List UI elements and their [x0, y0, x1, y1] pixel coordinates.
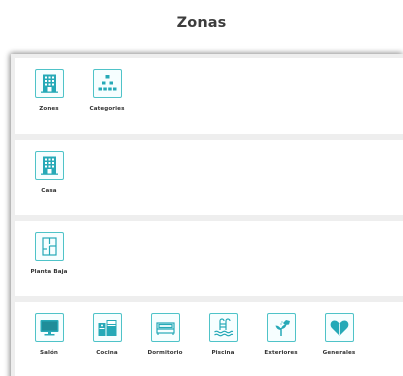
- tile-piscina[interactable]: Piscina: [198, 313, 248, 356]
- tile-label: Cocina: [96, 350, 118, 356]
- section-floor: Planta Baja: [15, 221, 403, 296]
- tile-categories[interactable]: Categories: [82, 69, 132, 112]
- tile-label: Categories: [89, 106, 125, 112]
- tile-zones[interactable]: Zones: [24, 69, 74, 112]
- watering-can-icon: [266, 313, 296, 342]
- building-icon: [34, 151, 64, 180]
- tile-cocina[interactable]: Cocina: [82, 313, 132, 356]
- tile-casa[interactable]: Casa: [24, 151, 74, 194]
- tile-label: Planta Baja: [30, 269, 68, 275]
- heart-icon: [324, 313, 354, 342]
- tile-label: Dormitorio: [147, 350, 183, 356]
- tile-label: Exteriores: [264, 350, 298, 356]
- section-rooms: Salón Cocina Dormitorio Piscina Exterior…: [15, 302, 403, 376]
- tile-label: Casa: [41, 188, 57, 194]
- building-icon: [34, 69, 64, 98]
- tile-exteriores[interactable]: Exteriores: [256, 313, 306, 356]
- tile-label: Piscina: [211, 350, 235, 356]
- tile-label: Zones: [39, 106, 59, 112]
- zonas-page: Zonas Zones Categories Casa Planta Baja …: [0, 0, 403, 376]
- zones-frame: Zones Categories Casa Planta Baja Salón …: [11, 54, 403, 376]
- tile-label: Salón: [39, 350, 59, 356]
- tile-planta-baja[interactable]: Planta Baja: [24, 232, 74, 275]
- section-house: Casa: [15, 140, 403, 215]
- kitchen-icon: [92, 313, 122, 342]
- bed-icon: [150, 313, 180, 342]
- tv-icon: [34, 313, 64, 342]
- tile-label: Generales: [322, 350, 356, 356]
- tile-generales[interactable]: Generales: [314, 313, 364, 356]
- pool-icon: [208, 313, 238, 342]
- page-title: Zonas: [176, 15, 227, 31]
- hierarchy-icon: [92, 69, 122, 98]
- tile-salon[interactable]: Salón: [24, 313, 74, 356]
- tile-dormitorio[interactable]: Dormitorio: [140, 313, 190, 356]
- section-root: Zones Categories: [15, 58, 403, 134]
- floor-plan-icon: [34, 232, 64, 261]
